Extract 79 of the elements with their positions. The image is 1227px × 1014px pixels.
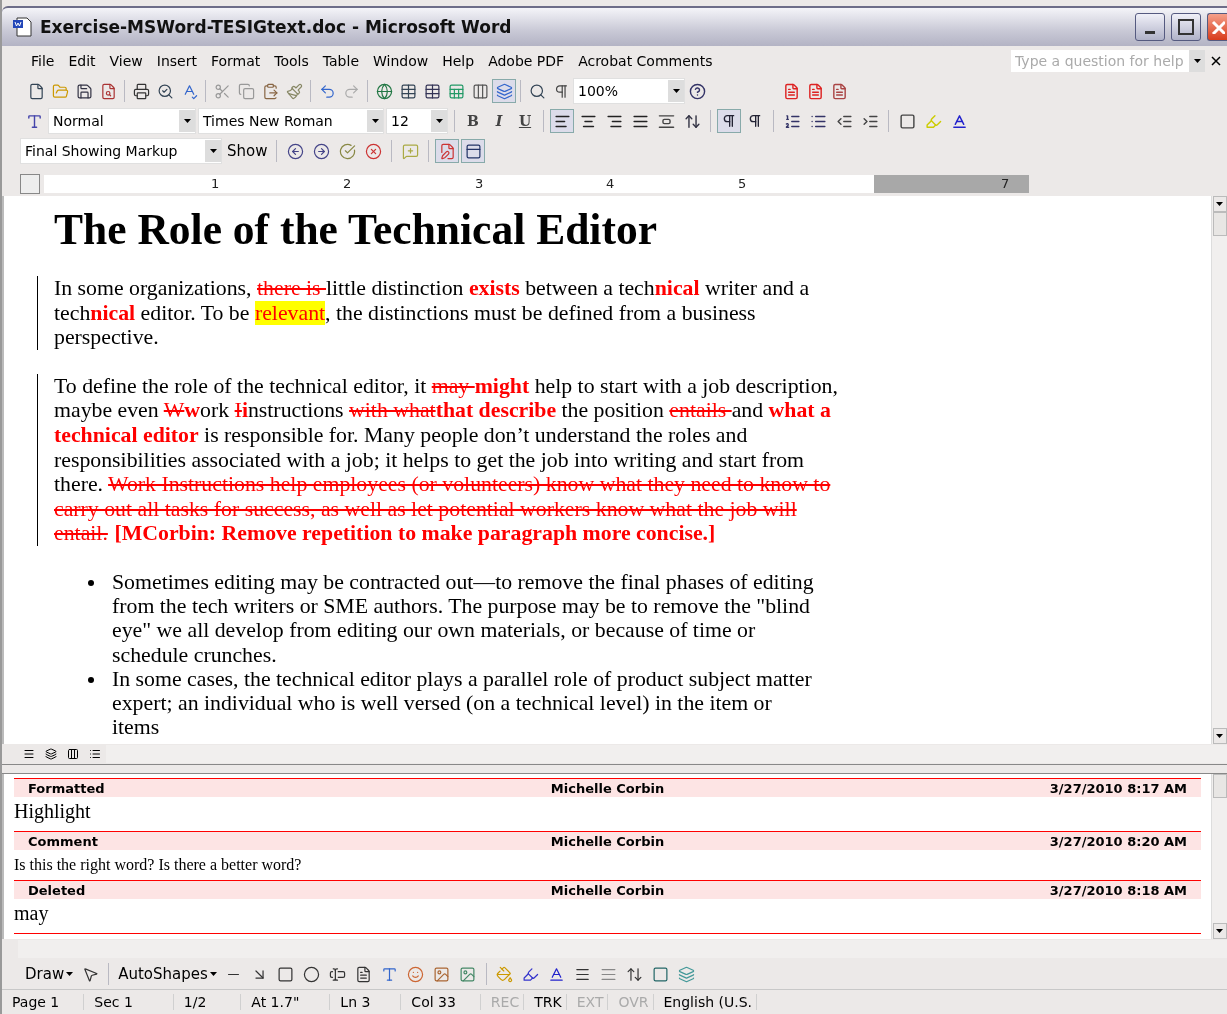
help-search-field[interactable]: Type a question for help — [1011, 50, 1189, 72]
dropdown-arrow-icon[interactable] — [209, 972, 217, 976]
scroll-up-icon[interactable] — [1216, 202, 1223, 206]
menu-item[interactable]: View — [102, 51, 150, 71]
dropdown-arrow-icon[interactable] — [435, 119, 443, 123]
menu-item[interactable]: Adobe PDF — [481, 51, 572, 71]
dropdown-arrow-icon[interactable] — [66, 972, 74, 976]
status-text: English (U.S. — [653, 994, 757, 1010]
status-text: REC — [480, 994, 525, 1010]
menu-item[interactable]: File — [24, 51, 62, 71]
bullet-icon — [88, 579, 94, 586]
revision-text: may — [14, 901, 50, 927]
display-dropdown[interactable]: Final Showing Markup — [20, 138, 222, 164]
menu-item[interactable]: Table — [315, 51, 366, 71]
autoshapes-menu-button[interactable]: AutoShapes — [115, 965, 220, 983]
vertical-scrollbar[interactable] — [1211, 774, 1227, 939]
dropdown-arrow-icon[interactable] — [183, 119, 191, 123]
maximize-button[interactable] — [1171, 13, 1201, 41]
status-text: At 1.7" — [241, 994, 331, 1010]
revision-text: Highlight — [14, 799, 92, 825]
scroll-thumb[interactable] — [1212, 212, 1227, 236]
menu-item[interactable]: Tools — [267, 51, 316, 71]
italic-button[interactable]: I — [487, 109, 511, 133]
ruler: 1 2 3 4 5 7 — [44, 175, 1029, 193]
menu-item[interactable]: Edit — [61, 51, 103, 71]
revision-header: Comment Michelle Corbin 3/27/2010 8:20 AM — [14, 831, 1201, 850]
status-text: Ln 3 — [330, 994, 402, 1010]
horizontal-scrollbar[interactable] — [106, 745, 1227, 763]
dropdown-arrow-icon[interactable] — [209, 149, 217, 153]
scroll-down-icon[interactable] — [1216, 929, 1223, 933]
vertical-scrollbar[interactable] — [1211, 196, 1227, 744]
horizontal-scrollbar[interactable] — [18, 940, 1227, 958]
font-dropdown[interactable]: Times New Roman — [198, 108, 384, 134]
paragraph: To define the role of the technical editor, it may might help to start with a job description, maybe even Wwork Iinstructions with whatthat describe the position entails and what a technical editor is responsible for. Many people don’t understand the roles and responsibilities associated with a job; it helps to get the job into writing and start from there. Work Instructions help employees (or volunteers) know what they need to know to carry out all tasks for success, as well as let potential workers know what the job will entail. [MCorbin: Remove repetition to make paragraph more concise.] — [37, 373, 854, 546]
bullet-text: Sometimes editing may be contracted out—to remove the final phases of editing from the tech writers or SME authors. The purpose may be to remove the "blind eye" we all develop from editing our own materials, or because of time or schedule crunches. — [112, 569, 815, 667]
draw-menu-button[interactable]: Draw — [22, 965, 77, 983]
bullet-icon — [88, 676, 94, 683]
document-icon — [12, 16, 34, 38]
status-text: Sec 1 — [84, 994, 174, 1010]
minimize-button[interactable] — [1135, 13, 1165, 41]
bold-button[interactable]: B — [461, 109, 485, 133]
close-button[interactable] — [1207, 13, 1227, 41]
align-left-icon[interactable] — [550, 109, 574, 133]
status-text: Col 33 — [401, 994, 481, 1010]
paragraph: In some organizations, there is little distinction exists between a technical writer and a technical editor. To be relevant, the distinctions must be defined from a business perspective. — [37, 276, 854, 350]
dropdown-arrow-icon[interactable] — [371, 119, 379, 123]
close-icon — [1210, 20, 1225, 34]
status-text: OVR — [608, 994, 654, 1010]
minimize-icon — [1145, 30, 1155, 34]
style-dropdown[interactable]: Normal — [48, 108, 196, 134]
menu-item[interactable]: Acrobat Comments — [571, 51, 720, 71]
bullet-text: In some cases, the technical editor plays a parallel role of product subject matter expert; an individual who is well versed (on a technical level) in the item or items — [112, 666, 813, 740]
status-text: EXT — [566, 994, 609, 1010]
drawing-icon[interactable] — [492, 79, 516, 103]
show-menu-button[interactable]: Show — [224, 142, 271, 160]
scroll-thumb[interactable] — [1212, 774, 1227, 798]
scroll-down-icon[interactable] — [1216, 734, 1223, 738]
menu-item[interactable]: Insert — [149, 51, 204, 71]
menu-item[interactable]: Help — [435, 51, 482, 71]
window-title: Exercise-MSWord-TESIGtext.doc - Microsoft Word — [40, 17, 513, 37]
close-icon[interactable] — [1211, 56, 1221, 66]
revision-text: Is this the right word? Is there a better word? — [14, 855, 303, 876]
menu-item[interactable]: Format — [203, 51, 268, 71]
maximize-icon — [1178, 19, 1194, 35]
reviewing-pane-icon[interactable] — [461, 139, 486, 163]
underline-button[interactable]: U — [513, 109, 537, 133]
font-size-dropdown[interactable]: 12 — [386, 108, 448, 134]
left-to-right-icon[interactable] — [717, 109, 741, 133]
menu-item[interactable]: Window — [366, 51, 436, 71]
dropdown-arrow-icon[interactable] — [672, 89, 680, 93]
document-title: The Role of the Technical Editor — [54, 204, 658, 254]
zoom-dropdown[interactable]: 100% — [573, 78, 685, 104]
status-text: TRK — [524, 994, 567, 1010]
tab-selector[interactable] — [20, 174, 40, 194]
status-text: 1/2 — [173, 994, 242, 1010]
status-text: Page 1 — [2, 994, 85, 1010]
revision-header: Formatted Michelle Corbin 3/27/2010 8:17 AM — [14, 778, 1201, 797]
dropdown-arrow-icon[interactable] — [1193, 59, 1201, 63]
revision-header: Deleted Michelle Corbin 3/27/2010 8:18 AM — [14, 880, 1201, 899]
